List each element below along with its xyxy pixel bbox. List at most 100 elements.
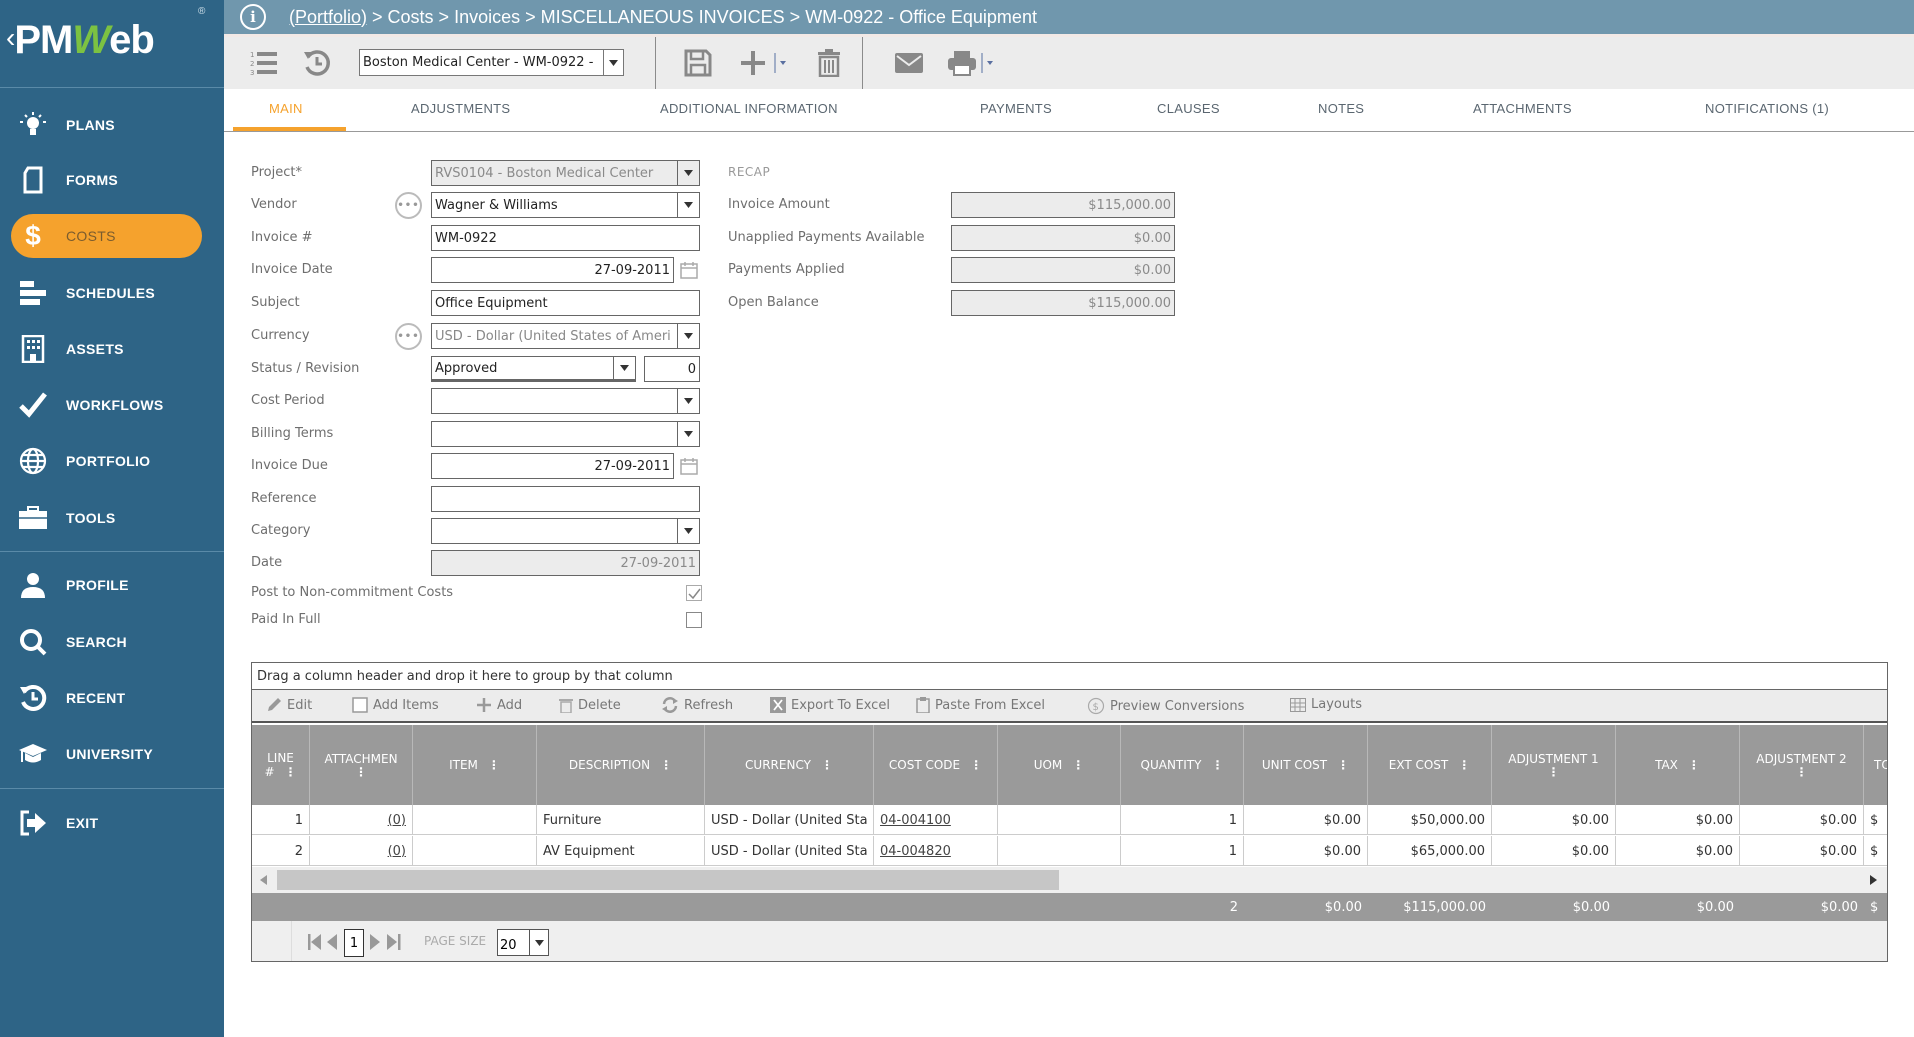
paid-in-full-checkbox[interactable] [686,612,702,628]
sidebar-item-university[interactable]: UNIVERSITY [0,732,224,776]
chevron-down-icon[interactable] [677,519,699,543]
sidebar-item-portfolio[interactable]: PORTFOLIO [0,439,224,483]
chevron-down-icon[interactable] [677,324,699,348]
grid-layouts-button[interactable]: Layouts [1290,697,1362,712]
column-header-ext-cost[interactable]: EXT COST ⋮ [1368,725,1492,805]
chevron-down-icon[interactable] [677,161,699,185]
invoice-date-input[interactable]: 27-09-2011 [431,257,674,283]
column-header-quantity[interactable]: QUANTITY ⋮ [1121,725,1244,805]
tab-main[interactable]: MAIN [269,101,303,116]
sidebar-item-forms[interactable]: FORMS [0,158,224,202]
column-header-description[interactable]: DESCRIPTION ⋮ [537,725,705,805]
chevron-down-icon[interactable] [677,193,699,217]
sidebar-item-search[interactable]: SEARCH [0,620,224,664]
column-menu-icon[interactable]: ⋮ [1458,759,1470,771]
column-menu-icon[interactable]: ⋮ [660,759,672,771]
print-button[interactable] [946,47,998,79]
column-menu-icon[interactable]: ⋮ [970,759,982,771]
tab-additional-information[interactable]: ADDITIONAL INFORMATION [660,101,838,116]
sidebar-item-exit[interactable]: EXIT [0,801,224,845]
tab-adjustments[interactable]: ADJUSTMENTS [411,101,510,116]
record-selector[interactable]: Boston Medical Center - WM-0922 - [359,49,624,76]
list-view-icon[interactable]: 123 [248,47,280,79]
tab-payments[interactable]: PAYMENTS [980,101,1052,116]
pmweb-logo[interactable]: ‹PMWeb ® [0,0,224,88]
attachments-link[interactable]: (0) [388,844,406,859]
column-header-tax[interactable]: TAX ⋮ [1616,725,1740,805]
column-menu-icon[interactable]: ⋮ [1688,759,1700,771]
grid-delete-button[interactable]: Delete [559,697,621,713]
group-by-drop-zone[interactable]: Drag a column header and drop it here to… [252,663,1887,690]
billing-terms-select[interactable] [431,421,700,447]
horizontal-scrollbar[interactable] [252,867,1887,893]
breadcrumb-portfolio-link[interactable]: (Portfolio) [289,7,367,27]
currency-more-button[interactable]: ••• [395,323,422,350]
calendar-icon[interactable] [680,457,698,475]
sidebar-item-profile[interactable]: PROFILE [0,563,224,607]
cost-code-link[interactable]: 04-004820 [880,844,951,859]
next-page-icon[interactable] [370,934,380,950]
grid-edit-button[interactable]: Edit [266,697,312,713]
scrollbar-thumb[interactable] [277,870,1059,890]
status-select[interactable]: Approved [431,356,636,382]
sidebar-item-costs[interactable]: $ COSTS [11,214,202,258]
scroll-left-icon[interactable] [260,875,268,885]
table-row[interactable]: 1 (0) Furniture USD - Dollar (United Sta… [252,805,1887,835]
calendar-icon[interactable] [680,261,698,279]
sidebar-item-tools[interactable]: TOOLS [0,496,224,540]
chevron-down-icon[interactable] [677,389,699,413]
column-header-uom[interactable]: UOM ⋮ [998,725,1121,805]
category-select[interactable] [431,518,700,544]
column-menu-icon[interactable]: ⋮ [355,766,367,778]
subject-input[interactable]: Office Equipment [431,290,700,316]
column-menu-icon[interactable]: ⋮ [1337,759,1349,771]
grid-add-items-button[interactable]: Add Items [352,697,439,713]
column-header-unit-cost[interactable]: UNIT COST ⋮ [1244,725,1368,805]
tab-clauses[interactable]: CLAUSES [1157,101,1220,116]
sidebar-item-workflows[interactable]: WORKFLOWS [0,383,224,427]
tab-notes[interactable]: NOTES [1318,101,1364,116]
column-header-line[interactable]: LINE # ⋮ [252,725,310,805]
current-page-input[interactable]: 1 [344,929,364,957]
sidebar-item-schedules[interactable]: SCHEDULES [0,271,224,315]
add-new-button[interactable] [739,47,791,79]
grid-refresh-button[interactable]: Refresh [661,697,733,713]
vendor-more-button[interactable]: ••• [395,192,422,219]
column-header-adjustment-2[interactable]: ADJUSTMENT 2 ⋮ [1740,725,1864,805]
project-select[interactable]: RVS0104 - Boston Medical Center [431,160,700,186]
save-icon[interactable] [682,47,714,79]
column-header-cost-code[interactable]: COST CODE ⋮ [874,725,998,805]
column-menu-icon[interactable]: ⋮ [821,759,833,771]
grid-preview-conversions-button[interactable]: $ Preview Conversions [1087,697,1244,715]
grid-export-excel-button[interactable]: Export To Excel [770,697,890,713]
sidebar-item-recent[interactable]: RECENT [0,676,224,720]
chevron-down-icon[interactable] [677,422,699,446]
last-page-icon[interactable] [387,934,401,950]
tab-attachments[interactable]: ATTACHMENTS [1473,101,1572,116]
reference-input[interactable] [431,486,700,512]
column-menu-icon[interactable]: ⋮ [488,759,500,771]
cost-code-link[interactable]: 04-004100 [880,813,951,828]
column-header-attachments[interactable]: ATTACHMEN ⋮ [310,725,413,805]
chevron-down-icon[interactable] [603,50,623,75]
info-icon[interactable]: i [240,4,266,30]
column-header-currency[interactable]: CURRENCY ⋮ [705,725,874,805]
invoice-due-input[interactable]: 27-09-2011 [431,453,674,479]
history-icon[interactable] [301,47,333,79]
post-noncommitment-checkbox[interactable] [686,585,702,601]
column-menu-icon[interactable]: ⋮ [1211,759,1223,771]
revision-input[interactable]: 0 [644,356,700,382]
sidebar-item-plans[interactable]: PLANS [0,103,224,147]
chevron-down-icon[interactable] [613,357,635,379]
scroll-right-icon[interactable] [1869,875,1877,885]
column-menu-icon[interactable]: ⋮ [1796,766,1808,778]
column-menu-icon[interactable]: ⋮ [285,766,297,778]
vendor-select[interactable]: Wagner & Williams [431,192,700,218]
table-row[interactable]: 2 (0) AV Equipment USD - Dollar (United … [252,836,1887,866]
column-menu-icon[interactable]: ⋮ [1072,759,1084,771]
currency-select[interactable]: USD - Dollar (United States of Ameri [431,323,700,349]
prev-page-icon[interactable] [327,934,337,950]
first-page-icon[interactable] [308,934,322,950]
grid-paste-excel-button[interactable]: Paste From Excel [916,697,1045,713]
chevron-down-icon[interactable] [529,930,548,955]
